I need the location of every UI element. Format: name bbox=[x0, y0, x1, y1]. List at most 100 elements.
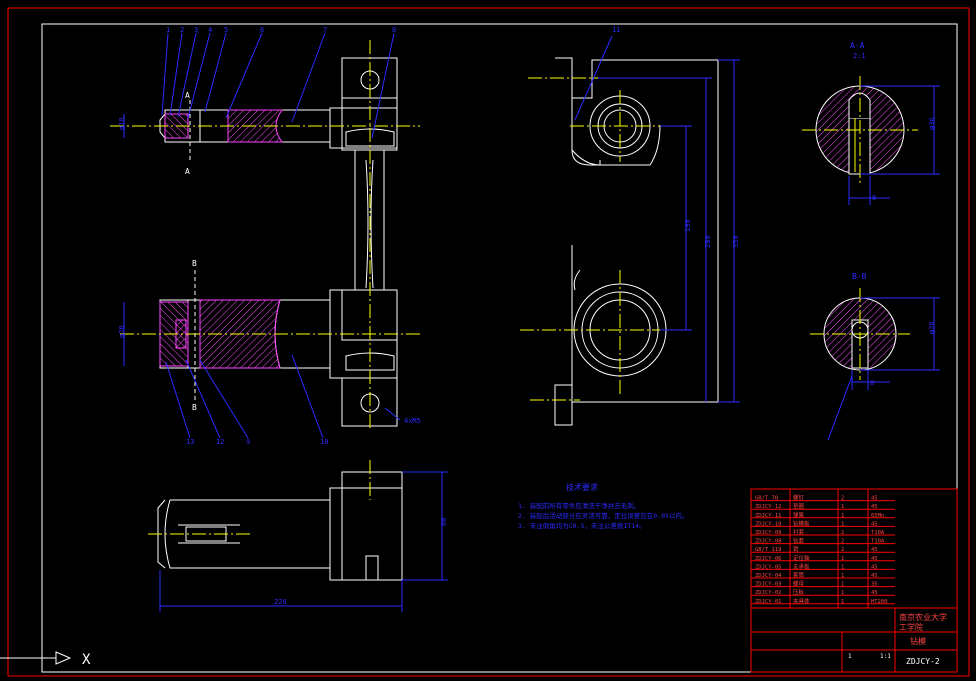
title-block-cell: 2 bbox=[841, 547, 844, 553]
dim-bottom-height: 60 bbox=[440, 518, 448, 526]
title-block-cell: GB/T 119 bbox=[755, 547, 782, 553]
title-block-cell: 45 bbox=[871, 521, 878, 527]
title-block-cell: 钻套 bbox=[793, 537, 805, 545]
title-block-cell: 1 bbox=[841, 564, 844, 570]
title-block-cell: ZDJCY-05 bbox=[755, 564, 782, 570]
title-block-cell: ZDJCY-08 bbox=[755, 539, 782, 545]
title-block-cell: 衬套 bbox=[793, 528, 805, 536]
title-block-cell: 弹簧 bbox=[793, 511, 805, 519]
cut-b-bottom-label: B bbox=[192, 403, 197, 412]
title-block-cell: 1 bbox=[841, 504, 844, 510]
title-block-cell: 支承板 bbox=[793, 562, 810, 570]
title-block-cell: 1 bbox=[841, 513, 844, 519]
svg-text:9: 9 bbox=[246, 438, 250, 446]
title-block-cell: 1 bbox=[841, 556, 844, 562]
title-block-cell: 1 bbox=[841, 521, 844, 527]
cut-lines bbox=[189, 100, 196, 400]
front-view-sections bbox=[159, 109, 283, 369]
title-block-cell: 45 bbox=[871, 547, 878, 553]
notes-line-1: 1. 装配前所有零件应清洗干净并去毛刺。 bbox=[518, 501, 640, 510]
title-block-cell: 压板 bbox=[793, 588, 805, 596]
svg-text:5: 5 bbox=[224, 26, 228, 34]
dim-aa-width: 8 bbox=[872, 194, 876, 202]
svg-text:1: 1 bbox=[166, 26, 170, 34]
title-block-cell: 1 bbox=[841, 573, 844, 579]
svg-text:12: 12 bbox=[216, 438, 224, 446]
dim-inner-height: 280 bbox=[704, 235, 712, 248]
title-block-cell: 45 bbox=[871, 504, 878, 510]
cad-drawing-canvas: A A B B 1 2 3 4 5 6 7 8 13 12 9 10 11 φ1… bbox=[0, 7, 970, 677]
svg-text:7: 7 bbox=[323, 26, 327, 34]
title-block-cell: ZDJCY-10 bbox=[755, 521, 782, 527]
title-block-cell: ZDJCY-12 bbox=[755, 504, 782, 510]
dim-left-top: φ18 bbox=[118, 117, 126, 130]
title-block-cell: 65Mn bbox=[871, 513, 884, 519]
section-aa-title: A-A bbox=[850, 41, 865, 50]
dim-thread: 4xM5 bbox=[404, 417, 421, 425]
title-block-cell: 定位轴 bbox=[793, 554, 810, 562]
bottom-view bbox=[157, 471, 403, 581]
dim-left-bottom: φ28 bbox=[118, 325, 126, 338]
cut-a-top-label: A bbox=[185, 91, 190, 100]
cut-a-bottom-label: A bbox=[185, 167, 190, 176]
title-block-cell: GB/T 70 bbox=[755, 496, 778, 502]
title-block-cell: 45 bbox=[871, 556, 878, 562]
title-block-cell: ZDJCY-06 bbox=[755, 556, 782, 562]
title-dept: 工学院 bbox=[899, 622, 923, 632]
title-block-cell: ZDJCY-01 bbox=[755, 599, 782, 605]
svg-text:13: 13 bbox=[186, 438, 194, 446]
title-block bbox=[750, 488, 958, 673]
svg-text:8: 8 bbox=[392, 26, 396, 34]
svg-text:2: 2 bbox=[180, 26, 184, 34]
dim-aa-dia: φ36 bbox=[928, 117, 936, 130]
ucs-icon bbox=[0, 646, 72, 672]
title-block-cell: 1 bbox=[841, 590, 844, 596]
title-block-cell: 夹具体 bbox=[793, 597, 810, 605]
svg-text:6: 6 bbox=[260, 26, 264, 34]
title-block-cell: 垫圈 bbox=[793, 502, 805, 510]
title-block-cell: 螺母 bbox=[793, 580, 805, 588]
title-name: 钻模 bbox=[910, 636, 926, 646]
title-block-cell: ZDJCY-04 bbox=[755, 573, 782, 579]
title-block-cell: 1 bbox=[841, 599, 844, 605]
svg-text:3: 3 bbox=[194, 26, 198, 34]
section-aa-scale: 2:1 bbox=[853, 52, 866, 60]
title-block-cell: 35 bbox=[871, 582, 878, 588]
title-block-cell: 销 bbox=[793, 545, 799, 553]
title-block-cell: 钻模板 bbox=[793, 519, 810, 527]
title-block-cell: ZDJCY-03 bbox=[755, 582, 782, 588]
svg-text:10: 10 bbox=[320, 438, 328, 446]
title-block-cell: HT200 bbox=[871, 599, 888, 605]
svg-text:11: 11 bbox=[612, 26, 620, 34]
title-block-cell: 45 bbox=[871, 564, 878, 570]
title-block-cell: 2 bbox=[841, 539, 844, 545]
dim-center-span: 190 bbox=[684, 219, 692, 232]
part-leaders bbox=[161, 32, 401, 439]
title-block-cell: 螺钉 bbox=[793, 494, 805, 502]
notes-heading: 技术要求 bbox=[566, 482, 598, 492]
side-view-dimensions bbox=[574, 35, 740, 403]
side-view bbox=[554, 57, 719, 426]
svg-text:4: 4 bbox=[208, 26, 212, 34]
title-block-cell: 套筒 bbox=[793, 571, 805, 579]
notes-line-3: 3. 未注倒角均为C0.5，未注公差按IT14。 bbox=[518, 521, 646, 530]
title-block-cell: T10A bbox=[871, 530, 885, 536]
dim-bb-width: 8 bbox=[870, 379, 874, 387]
notes-line-2: 2. 装配后活动部分应灵活可靠，定位误差应在0.05以内。 bbox=[518, 511, 688, 520]
section-bb-title: B-B bbox=[852, 272, 867, 281]
title-block-cell: ZDJCY-11 bbox=[755, 513, 782, 519]
title-block-cell: 2 bbox=[841, 496, 844, 502]
dim-overall-height: 350 bbox=[732, 235, 740, 248]
title-block-cell: T10A bbox=[871, 539, 885, 545]
dim-bb-dia: φ26 bbox=[928, 321, 936, 334]
title-block-cell: 2 bbox=[841, 530, 844, 536]
title-block-cell: 1 bbox=[841, 582, 844, 588]
title-sheet: 1 bbox=[848, 653, 852, 660]
title-drawing-no: ZDJCY-2 bbox=[906, 657, 940, 666]
title-scale: 1:1 bbox=[880, 653, 891, 660]
part-number-labels: 1 2 3 4 5 6 7 8 13 12 9 10 11 bbox=[166, 26, 620, 446]
title-block-cell: ZDJCY-02 bbox=[755, 590, 782, 596]
title-block-cell: 45 bbox=[871, 590, 878, 596]
title-block-cell: ZDJCY-09 bbox=[755, 530, 782, 536]
cut-b-top-label: B bbox=[192, 259, 197, 268]
